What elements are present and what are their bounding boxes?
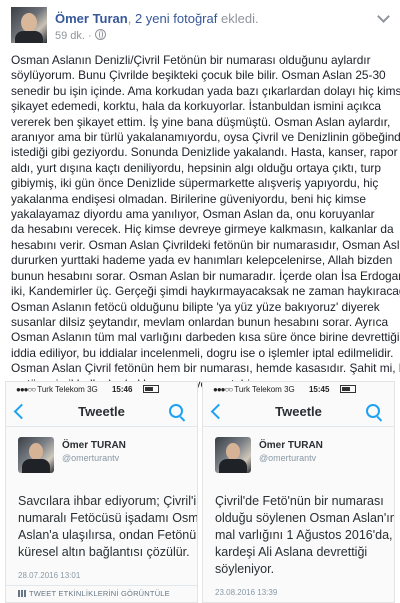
photos-link[interactable]: 2 yeni fotoğraf (135, 11, 217, 26)
phone-status-bar: ●●●○○ Turk Telekom 3G 15:45 (203, 382, 394, 397)
tweet-screenshot-1[interactable]: ●●●○○ Turk Telekom 3G 15:46 Tweetle Ömer… (5, 381, 198, 603)
tweet-user-name: Ömer TURAN (259, 440, 323, 451)
post-text-line: yakalanma endişesi olmadan. Birilerine g… (11, 191, 366, 206)
tweet-app-bar: Tweetle (203, 397, 394, 427)
tweet-avatar (18, 437, 54, 473)
post-text-line: söylüyorum. Bunu Çivrilde beşikteki çocu… (11, 68, 386, 83)
post-text-line: da hesabını verecek. Hiç kimse devreye g… (11, 222, 394, 237)
post-text-line: dururken yurttaki hademe yada ev hanımla… (11, 253, 393, 268)
post-meta: 59 dk. · (55, 29, 106, 42)
search-icon (366, 404, 380, 418)
tweet-avatar (215, 437, 251, 473)
tweet-text-line: kardeşi Ali Aslana devrettiği (215, 545, 368, 559)
phone-status-bar: ●●●○○ Turk Telekom 3G 15:46 (6, 382, 197, 397)
tweet-user: Ömer TURAN @omerturantv (203, 435, 394, 479)
tweet-text: Çivril'de Fetö'nün bir numarası olduğu s… (215, 493, 394, 578)
clock: 15:46 (111, 385, 133, 394)
battery-icon (142, 385, 159, 393)
post-text-line: senedir bu işin içinde. Ama korkudan yad… (11, 83, 400, 98)
tweet-divider (6, 585, 197, 586)
globe-icon[interactable] (94, 29, 106, 40)
tweet-screenshot-2[interactable]: ●●●○○ Turk Telekom 3G 15:45 Tweetle Ömer… (202, 381, 395, 603)
post-text-line: istediği gibi geziyordu. Sonunda Denizli… (11, 145, 398, 160)
post-text-line: vererek ben şikayet ettim. İş yine bana … (11, 114, 391, 129)
carrier-name: Turk Telekom (234, 385, 282, 394)
tweet-text-line: Savcılara ihbar ediyorum; Çivril'in (18, 494, 198, 508)
post-text-line: yakalayamaz diyordu ama yanılıyor, Osman… (11, 207, 375, 222)
tweet-text-line: Çivril'de Fetö'nün bir numarası (215, 494, 384, 508)
tweet-app-bar: Tweetle (6, 397, 197, 427)
author-avatar[interactable] (11, 7, 47, 43)
post-header: Ömer Turan, 2 yeni fotoğraf ekledi. 59 d… (0, 0, 400, 48)
post-text-line: Osman Aslanın fetöcü olduğunu bilipte 'y… (11, 299, 380, 314)
post-text-line: bunun hesabını sorar. Osman Aslan bir nu… (11, 268, 400, 283)
tweet-user-handle: @omerturantv (259, 453, 317, 463)
post-text-line: iddia ediliyor, bu iddialar incelenmeli,… (11, 345, 394, 360)
avatar-face (21, 13, 37, 32)
tweet-text-line: olduğu söylenen Osman Aslan'ın (215, 511, 395, 525)
bar-chart-icon (18, 590, 26, 597)
tweet-text: Savcılara ihbar ediyorum; Çivril'in numa… (18, 493, 197, 561)
tweet-avatar-body (219, 459, 247, 473)
post-text-line: Osman Aslan Çivril fetönün hem bir numar… (11, 361, 400, 376)
post-text-line: Osman Aslanın tüm mal varlığını darbeden… (11, 330, 400, 345)
tweet-date: 28.07.2016 13:01 (18, 571, 81, 580)
post-text-line: gibiymiş, iki gün önce Denizlide süperma… (11, 176, 379, 191)
tweet-text-line: söyleniyor. (215, 562, 275, 576)
avatar-body (15, 31, 43, 43)
post-text-line: susanlar dilsiz şeytandır, mevlam onlard… (11, 314, 389, 329)
post-title-line: Ömer Turan, 2 yeni fotoğraf ekledi. (55, 11, 259, 26)
post-text-line: aranıyor ama bir türlü yakalanamıyordu, … (11, 130, 400, 145)
post-text-line: hesabını verir. Osman Aslan Çivrildeki f… (11, 237, 400, 252)
post-photos: ●●●○○ Turk Telekom 3G 15:46 Tweetle Ömer… (5, 381, 395, 603)
clock: 15:45 (308, 385, 330, 394)
post-text-line: Osman Aslanın Denizli/Çivril Fetönün bir… (11, 53, 371, 67)
network-type: 3G (284, 385, 295, 394)
tweet-text-line: küresel altın bağlantısı çözülür. (18, 545, 190, 559)
search-icon (169, 404, 183, 418)
tweet-avatar-face (226, 443, 240, 460)
tweet-text-line: numaralı Fetöcüsü işadamı Osma (18, 511, 198, 525)
signal-dots: ●●●○○ (213, 385, 233, 394)
tweet-avatar-body (22, 459, 50, 473)
signal-dots: ●●●○○ (16, 385, 36, 394)
tweet-activity-link: TWEET ETKİNLİKLERİNİ GÖRÜNTÜLE (18, 589, 197, 598)
tweet-avatar-face (29, 443, 43, 460)
tweet-user-handle: @omerturantv (62, 453, 120, 463)
chevron-down-icon[interactable] (377, 10, 390, 23)
tweet-activity-label: TWEET ETKİNLİKLERİNİ GÖRÜNTÜLE (29, 589, 170, 598)
battery-icon (339, 385, 356, 393)
author-name-link[interactable]: Ömer Turan (55, 11, 128, 26)
post-text-line: aldı, yurt dışına kaçtı deniliyordu, hep… (11, 160, 381, 175)
tweet-text-line: Aslan'a ulaşılırsa, ondan Fetönün (18, 528, 198, 542)
tweet-text-line: mal varlığını 1 Ağustos 2016'da, (215, 528, 393, 542)
tweet-user: Ömer TURAN @omerturantv (6, 435, 197, 479)
post-text-line: iki, Kandemirler üç. Gerçeği şimdi haykı… (11, 284, 400, 299)
post-body: Osman Aslanın Denizli/Çivril Fetönün bir… (11, 53, 400, 392)
post-action-text: ekledi. (220, 11, 259, 26)
tweet-user-name: Ömer TURAN (62, 440, 126, 451)
network-type: 3G (87, 385, 98, 394)
tweet-date: 23.08.2016 13:39 (215, 588, 278, 597)
title-separator: , (127, 11, 132, 26)
post-timestamp[interactable]: 59 dk. · (55, 30, 92, 42)
post-text-line: şikayet edemedi, korktu, hala da korkuyo… (11, 99, 382, 114)
carrier-name: Turk Telekom (37, 385, 85, 394)
